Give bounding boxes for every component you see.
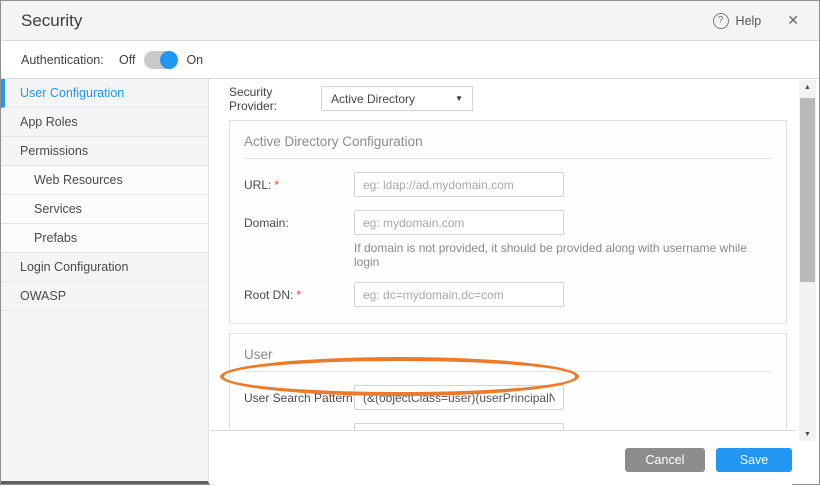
header-actions: ? Help ✕ bbox=[713, 12, 799, 29]
security-provider-label: Security Provider: bbox=[229, 85, 321, 113]
scrollbar-track[interactable] bbox=[799, 94, 816, 427]
help-icon[interactable]: ? bbox=[713, 13, 729, 29]
authentication-toggle[interactable] bbox=[144, 51, 177, 69]
user-panel: User User Search Pattern:* Test Username… bbox=[229, 333, 787, 431]
root-dn-field-row: Root DN:* bbox=[244, 282, 772, 307]
required-asterisk: * bbox=[296, 288, 301, 302]
security-provider-row: Security Provider: Active Directory ▼ bbox=[229, 86, 787, 111]
dialog-header: Security ? Help ✕ bbox=[1, 1, 819, 41]
scroll-up-icon[interactable]: ▲ bbox=[799, 80, 816, 94]
authentication-row: Authentication: Off On bbox=[1, 41, 819, 79]
toggle-on-label: On bbox=[186, 53, 203, 67]
sidebar: User Configuration App Roles Permissions… bbox=[1, 79, 209, 484]
security-dialog: Security ? Help ✕ Authentication: Off On… bbox=[0, 0, 820, 485]
domain-field-row: Domain: bbox=[244, 210, 772, 235]
domain-label: Domain: bbox=[244, 216, 354, 230]
chevron-down-icon: ▼ bbox=[455, 94, 463, 103]
user-search-pattern-input[interactable] bbox=[354, 385, 564, 410]
active-directory-panel: Active Directory Configuration URL:* Dom… bbox=[229, 120, 787, 324]
sidebar-item-user-configuration[interactable]: User Configuration bbox=[1, 79, 208, 108]
test-username-input[interactable] bbox=[354, 423, 564, 431]
required-asterisk: * bbox=[274, 178, 279, 192]
toggle-knob bbox=[160, 51, 178, 69]
authentication-label: Authentication: bbox=[21, 53, 119, 67]
domain-help-text: If domain is not provided, it should be … bbox=[354, 241, 772, 269]
page-title: Security bbox=[21, 11, 82, 31]
user-panel-title: User bbox=[244, 334, 772, 372]
test-username-row: Test Username:* bbox=[244, 423, 772, 431]
security-provider-value: Active Directory bbox=[331, 92, 415, 106]
sidebar-item-services[interactable]: Services bbox=[1, 195, 208, 224]
active-directory-panel-title: Active Directory Configuration bbox=[244, 121, 772, 159]
security-provider-select[interactable]: Active Directory ▼ bbox=[321, 86, 473, 111]
content-viewport: Security Provider: Active Directory ▼ Ac… bbox=[210, 79, 796, 431]
url-input[interactable] bbox=[354, 172, 564, 197]
sidebar-item-web-resources[interactable]: Web Resources bbox=[1, 166, 208, 195]
help-button[interactable]: Help bbox=[736, 14, 762, 28]
footer-actions: Cancel Save bbox=[210, 431, 792, 486]
cancel-button[interactable]: Cancel bbox=[625, 448, 705, 472]
sidebar-item-prefabs[interactable]: Prefabs bbox=[1, 224, 208, 253]
save-button[interactable]: Save bbox=[716, 448, 792, 472]
user-search-pattern-label: User Search Pattern:* bbox=[244, 391, 354, 405]
scrollbar-thumb[interactable] bbox=[800, 98, 815, 282]
sidebar-item-login-configuration[interactable]: Login Configuration bbox=[1, 253, 208, 282]
user-search-pattern-row: User Search Pattern:* bbox=[244, 385, 772, 410]
vertical-scrollbar[interactable]: ▲ ▼ bbox=[799, 80, 816, 441]
sidebar-item-app-roles[interactable]: App Roles bbox=[1, 108, 208, 137]
toggle-off-label: Off bbox=[119, 53, 135, 67]
close-icon[interactable]: ✕ bbox=[787, 12, 799, 29]
domain-input[interactable] bbox=[354, 210, 564, 235]
root-dn-label: Root DN:* bbox=[244, 288, 354, 302]
sidebar-item-permissions[interactable]: Permissions bbox=[1, 137, 208, 166]
sidebar-item-owasp[interactable]: OWASP bbox=[1, 282, 208, 311]
url-label: URL:* bbox=[244, 178, 354, 192]
url-field-row: URL:* bbox=[244, 172, 772, 197]
root-dn-input[interactable] bbox=[354, 282, 564, 307]
scroll-down-icon[interactable]: ▼ bbox=[799, 427, 816, 441]
